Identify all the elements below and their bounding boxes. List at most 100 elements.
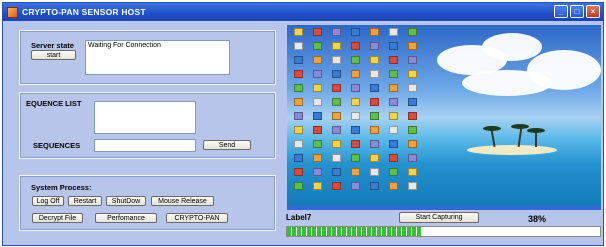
desktop-file-icon: [331, 42, 341, 50]
desktop-file-icon: [388, 168, 398, 176]
desktop-file-icon: [331, 140, 341, 148]
desktop-file-icon: [312, 28, 322, 36]
desktop-file-icon: [369, 70, 379, 78]
server-status-box[interactable]: Waiting For Connection: [85, 40, 230, 75]
desktop-file-icon: [293, 154, 303, 162]
palm-leaf-image: [483, 126, 501, 131]
desktop-file-icon: [369, 98, 379, 106]
remote-desktop-preview[interactable]: [287, 25, 601, 210]
desktop-file-icon: [388, 126, 398, 134]
desktop-file-icon: [293, 182, 303, 190]
palm-tree-image: [490, 128, 496, 148]
send-button[interactable]: Send: [203, 140, 251, 150]
desktop-file-icon: [369, 42, 379, 50]
start-capturing-button[interactable]: Start Capturing: [399, 212, 479, 223]
desktop-file-icon: [407, 84, 417, 92]
sequences-label: SEQUENCES: [33, 141, 81, 150]
palm-tree-image: [535, 131, 537, 147]
desktop-file-icon: [293, 112, 303, 120]
cloud-image: [482, 33, 542, 61]
desktop-file-icon: [388, 154, 398, 162]
desktop-file-icon: [312, 182, 322, 190]
restart-button[interactable]: Restart: [68, 196, 102, 206]
desktop-file-icon: [407, 168, 417, 176]
desktop-file-icon: [312, 168, 322, 176]
desktop-file-icon: [369, 168, 379, 176]
desktop-file-icon: [369, 56, 379, 64]
desktop-file-icon: [407, 98, 417, 106]
desktop-file-icon: [312, 56, 322, 64]
system-process-label: System Process:: [31, 183, 92, 192]
desktop-file-icon: [331, 84, 341, 92]
desktop-file-icon: [407, 140, 417, 148]
desktop-file-icon: [369, 154, 379, 162]
minimize-icon[interactable]: _: [554, 5, 568, 18]
desktop-file-icon: [312, 112, 322, 120]
sequence-list-box[interactable]: [94, 101, 196, 134]
desktop-file-icon: [350, 28, 360, 36]
desktop-file-icon: [350, 70, 360, 78]
desktop-file-icon: [293, 42, 303, 50]
desktop-file-icon: [388, 98, 398, 106]
desktop-file-icon: [331, 112, 341, 120]
capture-label: Label7: [286, 213, 312, 222]
start-button[interactable]: start: [31, 50, 76, 60]
window-title: CRYPTO-PAN SENSOR HOST: [22, 7, 146, 17]
desktop-file-icon: [350, 154, 360, 162]
desktop-file-icon: [350, 182, 360, 190]
desktop-file-icon: [407, 112, 417, 120]
close-icon[interactable]: ×: [586, 5, 600, 18]
desktop-file-icon: [293, 98, 303, 106]
desktop-file-icon: [312, 126, 322, 134]
desktop-file-icon: [293, 126, 303, 134]
desktop-file-icon: [331, 70, 341, 78]
desktop-icon-grid: [289, 28, 419, 208]
maximize-icon[interactable]: □: [570, 5, 584, 18]
desktop-file-icon: [293, 28, 303, 36]
sequence-list-label: EQUENCE LIST: [26, 99, 82, 108]
performance-button[interactable]: Perfomance: [95, 213, 157, 223]
desktop-file-icon: [407, 70, 417, 78]
server-state-label: Server state: [31, 41, 74, 50]
app-icon: [7, 6, 18, 18]
desktop-file-icon: [369, 84, 379, 92]
desktop-file-icon: [388, 28, 398, 36]
progress-percent: 38%: [528, 214, 547, 224]
desktop-file-icon: [388, 42, 398, 50]
progress-fill: [287, 227, 422, 236]
desktop-file-icon: [369, 28, 379, 36]
desktop-file-icon: [407, 56, 417, 64]
log-off-button[interactable]: Log Off: [32, 196, 64, 206]
desktop-file-icon: [331, 168, 341, 176]
sequences-input[interactable]: [94, 139, 196, 152]
desktop-file-icon: [369, 182, 379, 190]
desktop-file-icon: [350, 84, 360, 92]
palm-tree-image: [517, 126, 523, 148]
desktop-file-icon: [331, 126, 341, 134]
desktop-file-icon: [331, 28, 341, 36]
desktop-file-icon: [312, 70, 322, 78]
desktop-file-icon: [407, 126, 417, 134]
desktop-file-icon: [331, 154, 341, 162]
desktop-file-icon: [388, 140, 398, 148]
crypto-pan-button[interactable]: CRYPTO-PAN: [166, 213, 228, 223]
desktop-file-icon: [369, 112, 379, 120]
desktop-file-icon: [407, 182, 417, 190]
desktop-file-icon: [312, 154, 322, 162]
desktop-file-icon: [350, 112, 360, 120]
desktop-file-icon: [350, 126, 360, 134]
desktop-file-icon: [331, 56, 341, 64]
desktop-file-icon: [350, 42, 360, 50]
palm-leaf-image: [511, 124, 529, 129]
island-image: [467, 145, 557, 155]
desktop-file-icon: [388, 112, 398, 120]
desktop-file-icon: [312, 84, 322, 92]
desktop-file-icon: [312, 140, 322, 148]
decrypt-file-button[interactable]: Decrypt File: [32, 213, 83, 223]
desktop-file-icon: [350, 56, 360, 64]
mouse-release-button[interactable]: Mouse Release: [151, 196, 214, 206]
shutdown-button[interactable]: ShutDow: [106, 196, 146, 206]
desktop-file-icon: [369, 140, 379, 148]
title-bar[interactable]: CRYPTO-PAN SENSOR HOST _ □ ×: [3, 3, 603, 21]
desktop-file-icon: [388, 70, 398, 78]
